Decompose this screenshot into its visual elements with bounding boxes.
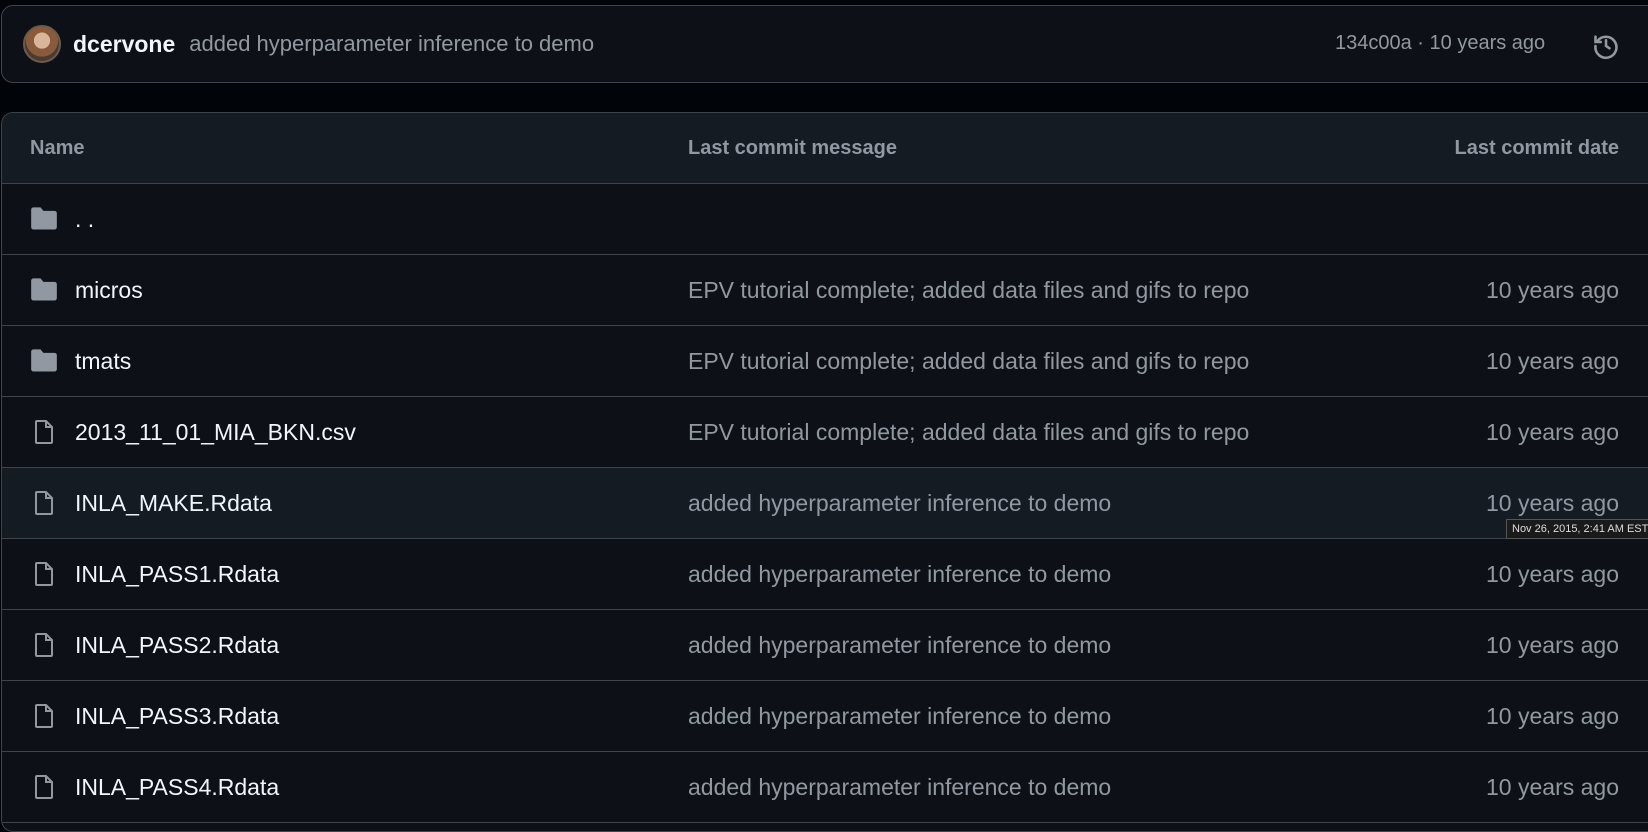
commit-date: 10 years ago bbox=[1486, 419, 1619, 445]
commit-date: 10 years ago bbox=[1486, 703, 1619, 729]
file-icon bbox=[30, 774, 58, 800]
table-row[interactable]: . . bbox=[2, 184, 1648, 255]
commit-message[interactable]: added hyperparameter inference to demo bbox=[189, 31, 594, 57]
commit-sha[interactable]: 134c00a bbox=[1335, 32, 1412, 54]
table-row[interactable]: 2013_11_01_MIA_BKN.csv EPV tutorial comp… bbox=[2, 397, 1648, 468]
commit-meta: 134c00a · 10 years ago bbox=[1335, 32, 1545, 55]
history-icon[interactable] bbox=[1592, 32, 1620, 60]
table-row[interactable]: micros EPV tutorial complete; added data… bbox=[2, 255, 1648, 326]
commit-message-link[interactable]: added hyperparameter inference to demo bbox=[688, 561, 1111, 588]
file-name-link[interactable]: . . bbox=[75, 206, 94, 233]
folder-icon bbox=[30, 206, 58, 232]
avatar[interactable] bbox=[23, 25, 61, 63]
commit-date: 10 years ago bbox=[1486, 348, 1619, 374]
table-row[interactable]: tmats EPV tutorial complete; added data … bbox=[2, 326, 1648, 397]
file-name-link[interactable]: tmats bbox=[75, 348, 131, 375]
commit-date: 10 years ago bbox=[1486, 774, 1619, 800]
file-icon bbox=[30, 561, 58, 587]
table-header: Name Last commit message Last commit dat… bbox=[2, 113, 1648, 184]
file-name-link[interactable]: micros bbox=[75, 277, 143, 304]
file-name-link[interactable]: INLA_PASS1.Rdata bbox=[75, 561, 279, 588]
file-icon bbox=[30, 703, 58, 729]
table-row[interactable]: INLA_PASS2.Rdata added hyperparameter in… bbox=[2, 610, 1648, 681]
file-icon bbox=[30, 490, 58, 516]
commit-message-link[interactable]: EPV tutorial complete; added data files … bbox=[688, 277, 1249, 304]
folder-icon bbox=[30, 277, 58, 303]
commit-age: 10 years ago bbox=[1429, 32, 1546, 54]
latest-commit-bar: dcervone added hyperparameter inference … bbox=[1, 5, 1648, 83]
commit-message-link[interactable]: added hyperparameter inference to demo bbox=[688, 703, 1111, 730]
commit-date: 10 years ago bbox=[1486, 632, 1619, 658]
file-table: Name Last commit message Last commit dat… bbox=[1, 112, 1648, 832]
commit-author[interactable]: dcervone bbox=[73, 31, 175, 58]
commit-message-link[interactable]: added hyperparameter inference to demo bbox=[688, 490, 1111, 517]
file-name-link[interactable]: INLA_MAKE.Rdata bbox=[75, 490, 272, 517]
file-name-link[interactable]: INLA_PASS2.Rdata bbox=[75, 632, 279, 659]
commit-date: 10 years ago bbox=[1486, 561, 1619, 587]
date-tooltip: Nov 26, 2015, 2:41 AM EST bbox=[1506, 519, 1648, 539]
header-message: Last commit message bbox=[688, 137, 897, 159]
table-row[interactable]: INLA_PASS1.Rdata added hyperparameter in… bbox=[2, 539, 1648, 610]
file-name-link[interactable]: INLA_PASS3.Rdata bbox=[75, 703, 279, 730]
commit-date: 10 years ago bbox=[1486, 490, 1619, 516]
commit-message-link[interactable]: added hyperparameter inference to demo bbox=[688, 774, 1111, 801]
commit-date: 10 years ago bbox=[1486, 277, 1619, 303]
commit-message-link[interactable]: EPV tutorial complete; added data files … bbox=[688, 348, 1249, 375]
file-icon bbox=[30, 632, 58, 658]
folder-icon bbox=[30, 348, 58, 374]
file-icon bbox=[30, 419, 58, 445]
table-row[interactable]: INLA_PASS3.Rdata added hyperparameter in… bbox=[2, 681, 1648, 752]
file-name-link[interactable]: 2013_11_01_MIA_BKN.csv bbox=[75, 419, 356, 446]
commit-message-link[interactable]: added hyperparameter inference to demo bbox=[688, 632, 1111, 659]
file-name-link[interactable]: INLA_PASS4.Rdata bbox=[75, 774, 279, 801]
separator: · bbox=[1411, 32, 1430, 54]
table-row[interactable]: INLA_MAKE.Rdata added hyperparameter inf… bbox=[2, 468, 1648, 539]
header-date: Last commit date bbox=[1454, 137, 1619, 159]
commit-message-link[interactable]: EPV tutorial complete; added data files … bbox=[688, 419, 1249, 446]
header-name: Name bbox=[30, 137, 85, 159]
table-row[interactable]: INLA_PASS4.Rdata added hyperparameter in… bbox=[2, 752, 1648, 823]
